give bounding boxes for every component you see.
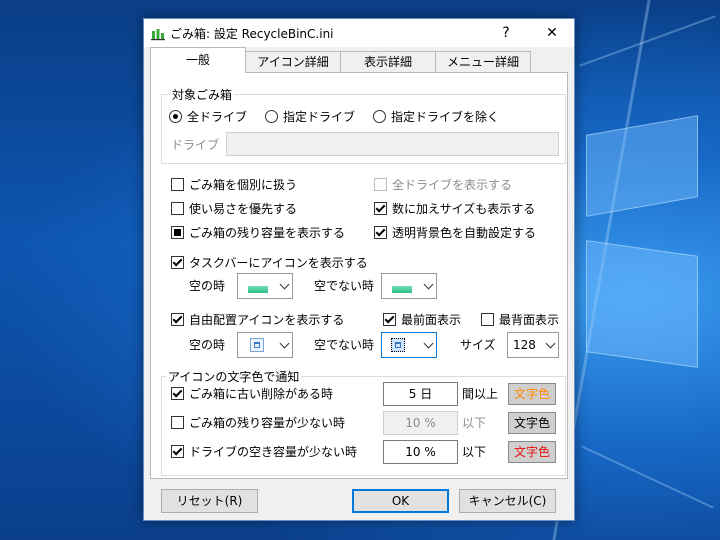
bin-low-color-button[interactable]: 文字色 [508,412,556,434]
tab-icon-details[interactable]: アイコン詳細 [245,51,341,72]
chevron-down-icon [423,279,434,290]
checkbox-individual-box[interactable] [171,178,184,191]
checkbox-show-remaining-label: ごみ箱の残り容量を表示する [189,226,346,240]
checkbox-bin-low-label: ごみ箱の残り容量が少ない時 [189,416,346,430]
checkbox-auto-bg-label: 透明背景色を自動設定する [392,226,537,240]
size-combo[interactable]: 128 [507,332,559,358]
checkbox-show-remaining[interactable]: ごみ箱の残り容量を表示する [171,225,345,241]
checkbox-free-icon-label: 自由配置アイコンを表示する [189,313,345,327]
drive-low-percent-input[interactable]: 10 % [383,440,458,464]
green-bar-icon [392,286,412,293]
target-bin-group-label: 対象ごみ箱 [170,86,235,103]
checkbox-bin-low[interactable]: ごみ箱の残り容量が少ない時 [171,415,345,431]
checkbox-bottommost[interactable]: 最背面表示 [481,312,559,328]
cancel-button[interactable]: キャンセル(C) [459,489,556,513]
taskbar-not-empty-label: 空でない時 [314,279,375,293]
checkbox-drive-low-label: ドライブの空き容量が少ない時 [189,445,358,459]
recycle-bin-full-icon [391,338,405,352]
old-deleted-color-button-label: 文字色 [513,387,550,401]
radio-all-drives-indicator[interactable] [169,110,182,123]
chevron-down-icon [545,338,556,349]
tab-menu-details[interactable]: メニュー詳細 [435,51,531,72]
checkbox-old-deleted-box[interactable] [171,387,184,400]
window-title: ごみ箱: 設定 RecycleBinC.ini [170,27,334,41]
chevron-down-icon [279,279,290,290]
bin-low-suffix: 以下 [462,416,487,430]
radio-specified-drive[interactable]: 指定ドライブ [265,109,355,125]
checkbox-usability[interactable]: 使い易さを優先する [171,201,297,217]
checkbox-auto-bg[interactable]: 透明背景色を自動設定する [374,225,536,241]
chevron-down-icon [279,338,290,349]
checkbox-topmost[interactable]: 最前面表示 [383,312,461,328]
checkbox-taskbar-icon-box[interactable] [171,256,184,269]
checkbox-usability-box[interactable] [171,202,184,215]
radio-all-drives[interactable]: 全ドライブ [169,109,247,125]
chevron-down-icon [423,338,434,349]
checkbox-bin-low-box[interactable] [171,416,184,429]
checkbox-bottommost-box[interactable] [481,313,494,326]
radio-exclude-drive-label: 指定ドライブを除く [391,110,500,124]
checkbox-old-deleted-label: ごみ箱に古い削除がある時 [189,387,334,401]
checkbox-free-icon-box[interactable] [171,313,184,326]
checkbox-individual[interactable]: ごみ箱を個別に扱う [171,177,297,193]
checkbox-auto-bg-box[interactable] [374,226,387,239]
recycle-bin-empty-icon [250,338,264,352]
free-not-empty-label: 空でない時 [314,338,375,352]
tab-strip: 一般 アイコン詳細 表示詳細 メニュー詳細 [144,47,574,73]
taskbar-not-empty-icon-combo[interactable] [381,273,437,299]
free-empty-icon-combo[interactable] [237,332,293,358]
checkbox-show-all-drives[interactable]: 全ドライブを表示する [374,177,512,193]
reset-button[interactable]: リセット(R) [161,489,258,513]
help-button[interactable]: ? [484,19,528,47]
radio-specified-drive-indicator[interactable] [265,110,278,123]
checkbox-show-size-box[interactable] [374,202,387,215]
recycle-bin-icon [151,29,165,41]
checkbox-taskbar-icon[interactable]: タスクバーにアイコンを表示する [171,255,368,271]
checkbox-old-deleted[interactable]: ごみ箱に古い削除がある時 [171,386,333,402]
drive-input[interactable] [226,132,559,156]
old-deleted-days-input[interactable]: 5 日 [383,382,458,406]
checkbox-topmost-box[interactable] [383,313,396,326]
checkbox-drive-low[interactable]: ドライブの空き容量が少ない時 [171,444,357,460]
ok-button[interactable]: OK [352,489,449,513]
checkbox-show-size[interactable]: 数に加えサイズも表示する [374,201,535,217]
radio-exclude-drive-indicator[interactable] [373,110,386,123]
bin-low-color-button-label: 文字色 [513,416,550,430]
checkbox-bottommost-label: 最背面表示 [499,313,560,327]
tab-general[interactable]: 一般 [150,47,246,73]
checkbox-show-size-label: 数に加えサイズも表示する [392,202,536,216]
checkbox-free-icon[interactable]: 自由配置アイコンを表示する [171,312,344,328]
checkbox-show-remaining-box[interactable] [171,226,184,239]
taskbar-empty-label: 空の時 [189,279,226,293]
free-not-empty-icon-combo[interactable] [381,332,437,358]
green-bar-icon [248,286,268,293]
radio-exclude-drive[interactable]: 指定ドライブを除く [373,109,499,125]
checkbox-individual-label: ごみ箱を個別に扱う [189,178,298,192]
free-empty-label: 空の時 [189,338,226,352]
radio-all-drives-label: 全ドライブ [187,110,248,124]
checkbox-drive-low-box[interactable] [171,445,184,458]
drive-label: ドライブ [171,138,220,152]
checkbox-show-all-drives-box[interactable] [374,178,387,191]
title-bar[interactable]: ごみ箱: 設定 RecycleBinC.ini ? ✕ [144,19,574,47]
settings-dialog: ごみ箱: 設定 RecycleBinC.ini ? ✕ 一般 アイコン詳細 表示… [143,18,575,521]
bin-low-percent-input[interactable]: 10 % [383,411,458,435]
size-label: サイズ [460,338,496,352]
size-combo-value: 128 [513,338,536,352]
checkbox-taskbar-icon-label: タスクバーにアイコンを表示する [189,256,368,270]
tab-display-details[interactable]: 表示詳細 [340,51,436,72]
checkbox-show-all-drives-label: 全ドライブを表示する [392,178,513,192]
checkbox-topmost-label: 最前面表示 [401,313,462,327]
checkbox-usability-label: 使い易さを優先する [189,202,298,216]
drive-low-color-button-label: 文字色 [513,445,550,459]
old-deleted-color-button[interactable]: 文字色 [508,383,556,405]
drive-low-color-button[interactable]: 文字色 [508,441,556,463]
taskbar-empty-icon-combo[interactable] [237,273,293,299]
general-tab-panel: 対象ごみ箱 全ドライブ 指定ドライブ 指定ドライブを除く ドライブ ごみ箱を個別… [150,72,568,479]
radio-specified-drive-label: 指定ドライブ [283,110,356,124]
notify-group-label: アイコンの文字色で通知 [166,368,302,385]
close-button[interactable]: ✕ [530,19,574,47]
old-deleted-suffix: 間以上 [462,387,499,401]
drive-low-suffix: 以下 [462,445,487,459]
